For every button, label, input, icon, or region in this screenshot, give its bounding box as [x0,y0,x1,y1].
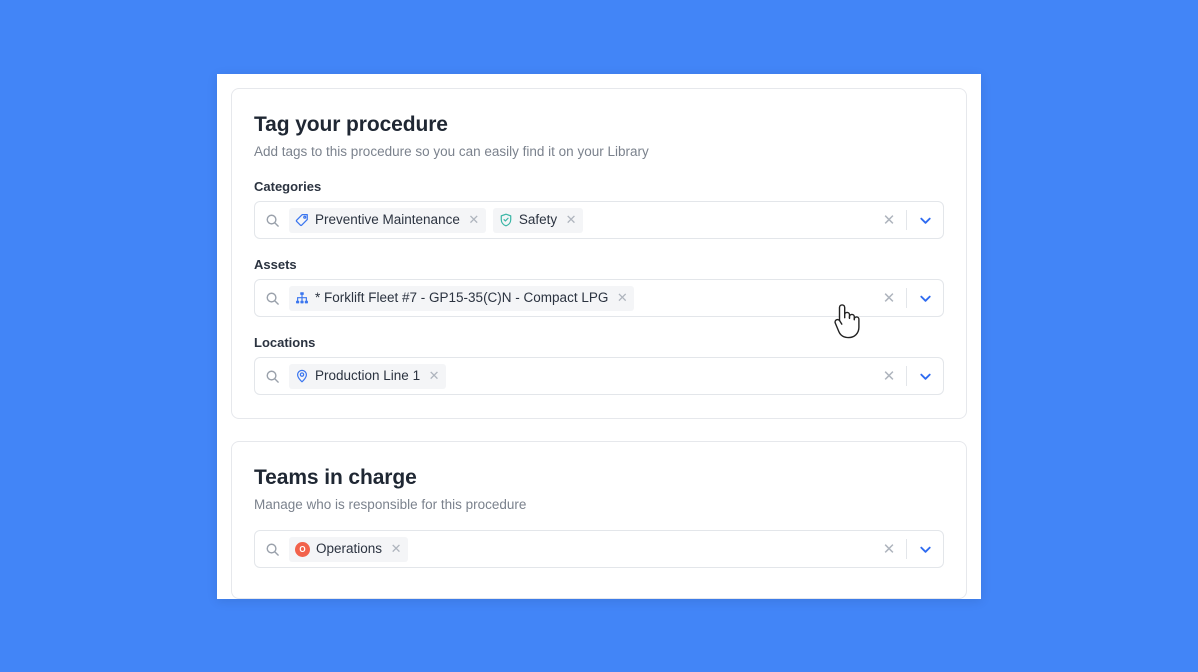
chip-preventive-maintenance[interactable]: Preventive Maintenance ✕ [289,207,486,233]
clear-categories-button[interactable]: ✕ [872,202,906,238]
teams-in-charge-card: Teams in charge Manage who is responsibl… [231,441,967,599]
categories-chip-list: Preventive Maintenance ✕ Safety ✕ [289,202,872,238]
chip-operations[interactable]: O Operations ✕ [289,536,409,562]
clear-locations-button[interactable]: ✕ [872,358,906,394]
tag-icon [295,213,309,227]
field-label-locations: Locations [254,335,316,350]
field-label-categories: Categories [254,179,322,194]
categories-actions: ✕ [872,202,943,238]
chip-remove-icon[interactable]: ✕ [389,542,403,556]
teams-title: Teams in charge [254,466,417,489]
assets-chip-list: * Forklift Fleet #7 - GP15-35(C)N - Comp… [289,280,872,316]
chevron-down-icon[interactable] [907,280,943,316]
chip-label: Production Line 1 [315,368,421,384]
chip-label: Safety [518,212,558,228]
app-shell: Tag your procedure Add tags to this proc… [217,74,981,599]
field-group-assets: Assets * Forklift Fleet #7 - GP15-35(C)N… [254,257,944,317]
chip-production-line-1[interactable]: Production Line 1 ✕ [289,363,447,389]
chip-remove-icon[interactable]: ✕ [564,213,578,227]
chip-remove-icon[interactable]: ✕ [467,213,481,227]
chip-label: Preventive Maintenance [315,212,460,228]
locations-select[interactable]: Production Line 1 ✕ ✕ [254,357,944,395]
clear-assets-button[interactable]: ✕ [872,280,906,316]
chevron-down-icon[interactable] [907,358,943,394]
assets-select[interactable]: * Forklift Fleet #7 - GP15-35(C)N - Comp… [254,279,944,317]
chip-label: * Forklift Fleet #7 - GP15-35(C)N - Comp… [315,290,609,306]
chip-remove-icon[interactable]: ✕ [615,291,629,305]
field-group-categories: Categories Preventive Maintenance ✕ Safe… [254,179,944,239]
assets-actions: ✕ [872,280,943,316]
teams-subtitle: Manage who is responsible for this proce… [254,497,527,512]
clear-teams-button[interactable]: ✕ [872,531,906,567]
chip-forklift-fleet[interactable]: * Forklift Fleet #7 - GP15-35(C)N - Comp… [289,285,635,311]
tag-procedure-card: Tag your procedure Add tags to this proc… [231,88,967,419]
shield-check-icon [499,213,513,227]
chip-label: Operations [316,541,383,557]
categories-select[interactable]: Preventive Maintenance ✕ Safety ✕ ✕ [254,201,944,239]
page-subtitle: Add tags to this procedure so you can ea… [254,144,649,159]
locations-actions: ✕ [872,358,943,394]
field-label-assets: Assets [254,257,297,272]
chevron-down-icon[interactable] [907,531,943,567]
search-icon [265,542,280,557]
avatar: O [295,541,310,557]
page-title: Tag your procedure [254,113,448,136]
sitemap-icon [295,291,309,305]
map-pin-icon [295,369,309,383]
teams-actions: ✕ [872,531,943,567]
teams-select[interactable]: O Operations ✕ ✕ [254,530,944,568]
search-icon [265,369,280,384]
chip-safety[interactable]: Safety ✕ [492,207,584,233]
field-group-locations: Locations Production Line 1 ✕ ✕ [254,335,944,395]
teams-chip-list: O Operations ✕ [289,531,872,567]
chevron-down-icon[interactable] [907,202,943,238]
locations-chip-list: Production Line 1 ✕ [289,358,872,394]
search-icon [265,213,280,228]
chip-remove-icon[interactable]: ✕ [427,369,441,383]
search-icon [265,291,280,306]
